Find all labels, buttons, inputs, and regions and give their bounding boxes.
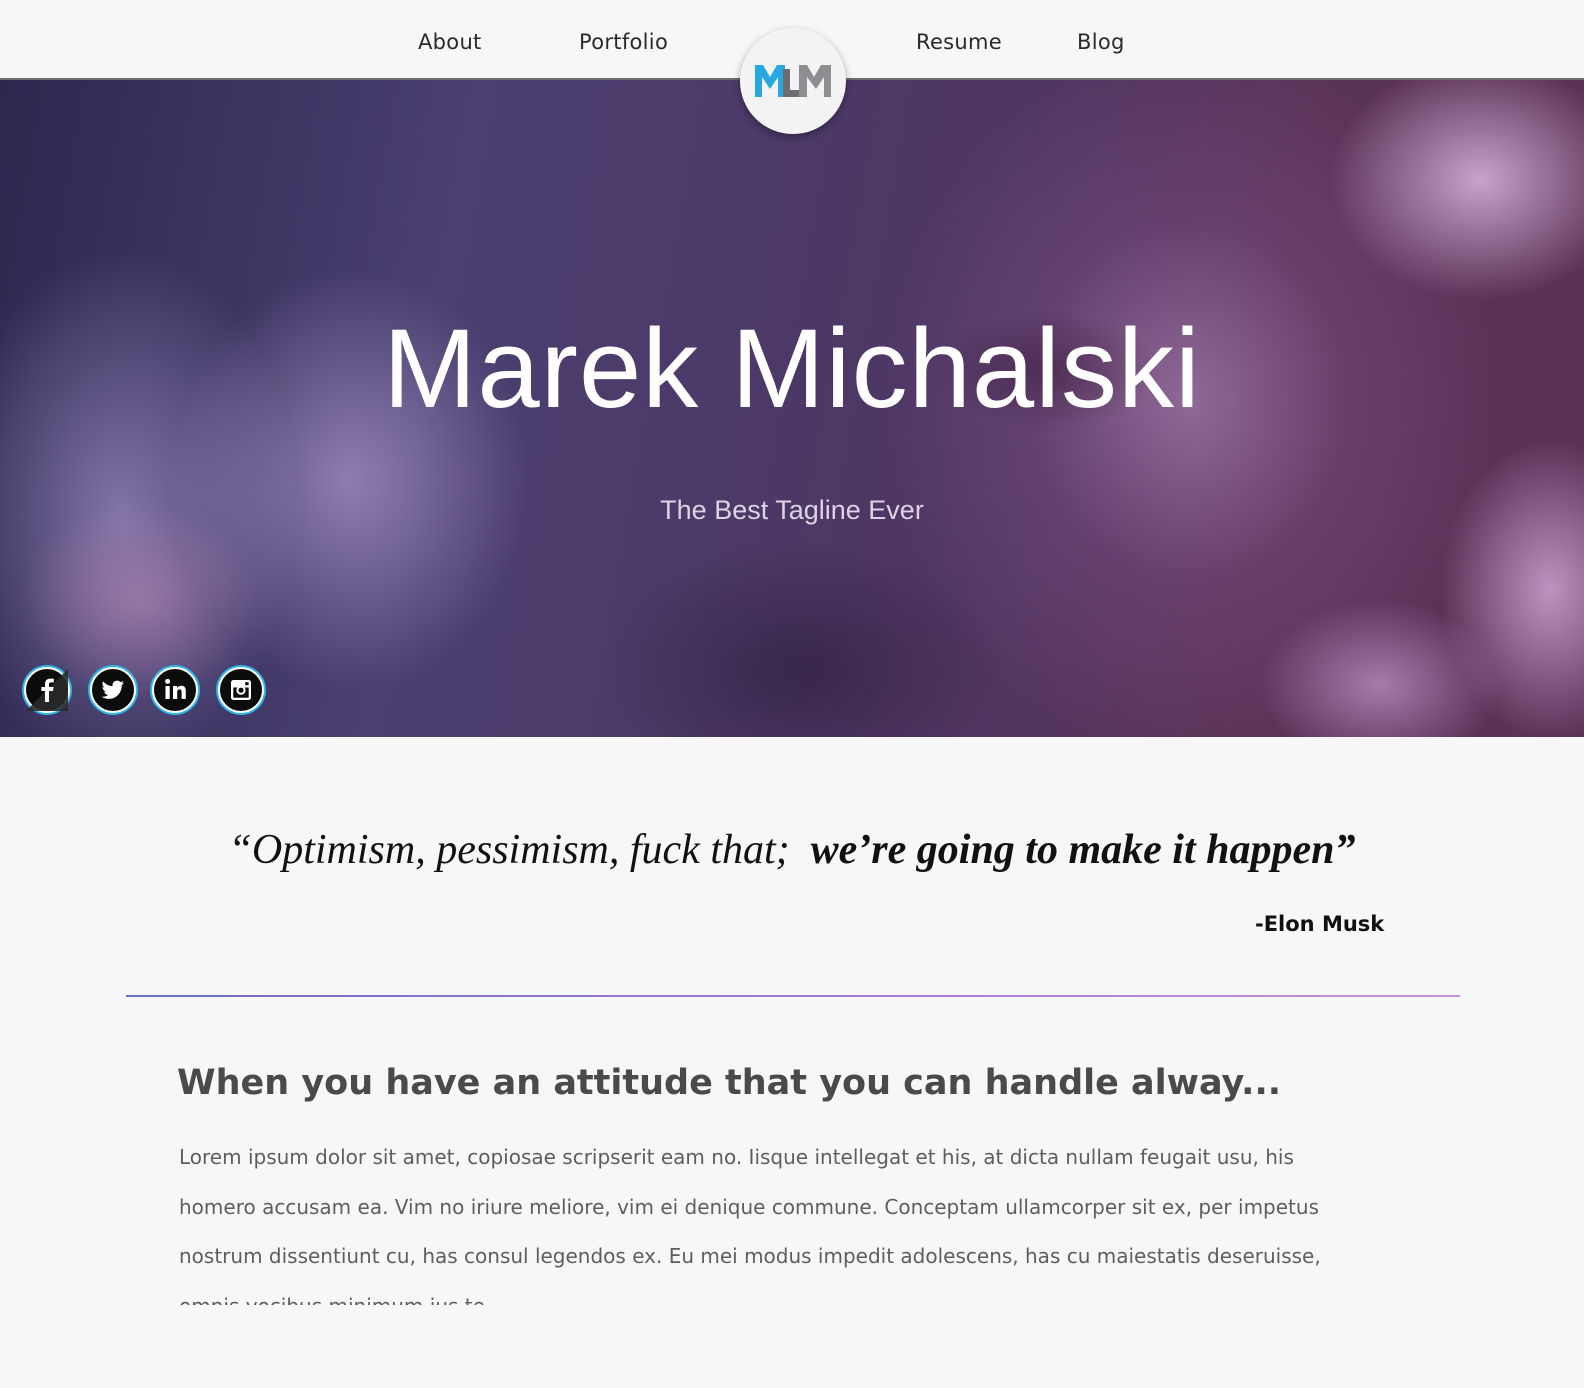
quote-part-regular: “Optimism, pessimism, fuck that;	[228, 827, 790, 873]
quote-part-bold: we’re going to make it happen”	[810, 827, 1356, 873]
facebook-icon[interactable]	[24, 667, 70, 713]
twitter-icon[interactable]	[90, 667, 136, 713]
instagram-icon[interactable]	[218, 667, 264, 713]
logo-mark	[755, 65, 831, 97]
hero-banner: Marek Michalski The Best Tagline Ever	[0, 80, 1584, 737]
nav-resume[interactable]: Resume	[916, 30, 1002, 54]
quote: “Optimism, pessimism, fuck that; we’re g…	[0, 826, 1584, 874]
nav-about[interactable]: About	[418, 30, 482, 54]
site-logo[interactable]	[740, 28, 846, 134]
hero-title: Marek Michalski	[383, 306, 1201, 431]
nav-blog[interactable]: Blog	[1077, 30, 1125, 54]
quote-author: -Elon Musk	[1255, 912, 1385, 936]
section-divider	[126, 995, 1460, 997]
post-body: Lorem ipsum dolor sit amet, copiosae scr…	[179, 1145, 1321, 1305]
hero-tagline: The Best Tagline Ever	[660, 495, 924, 525]
post-title[interactable]: When you have an attitude that you can h…	[177, 1063, 1281, 1103]
nav-portfolio[interactable]: Portfolio	[579, 30, 668, 54]
linkedin-icon[interactable]	[152, 667, 198, 713]
